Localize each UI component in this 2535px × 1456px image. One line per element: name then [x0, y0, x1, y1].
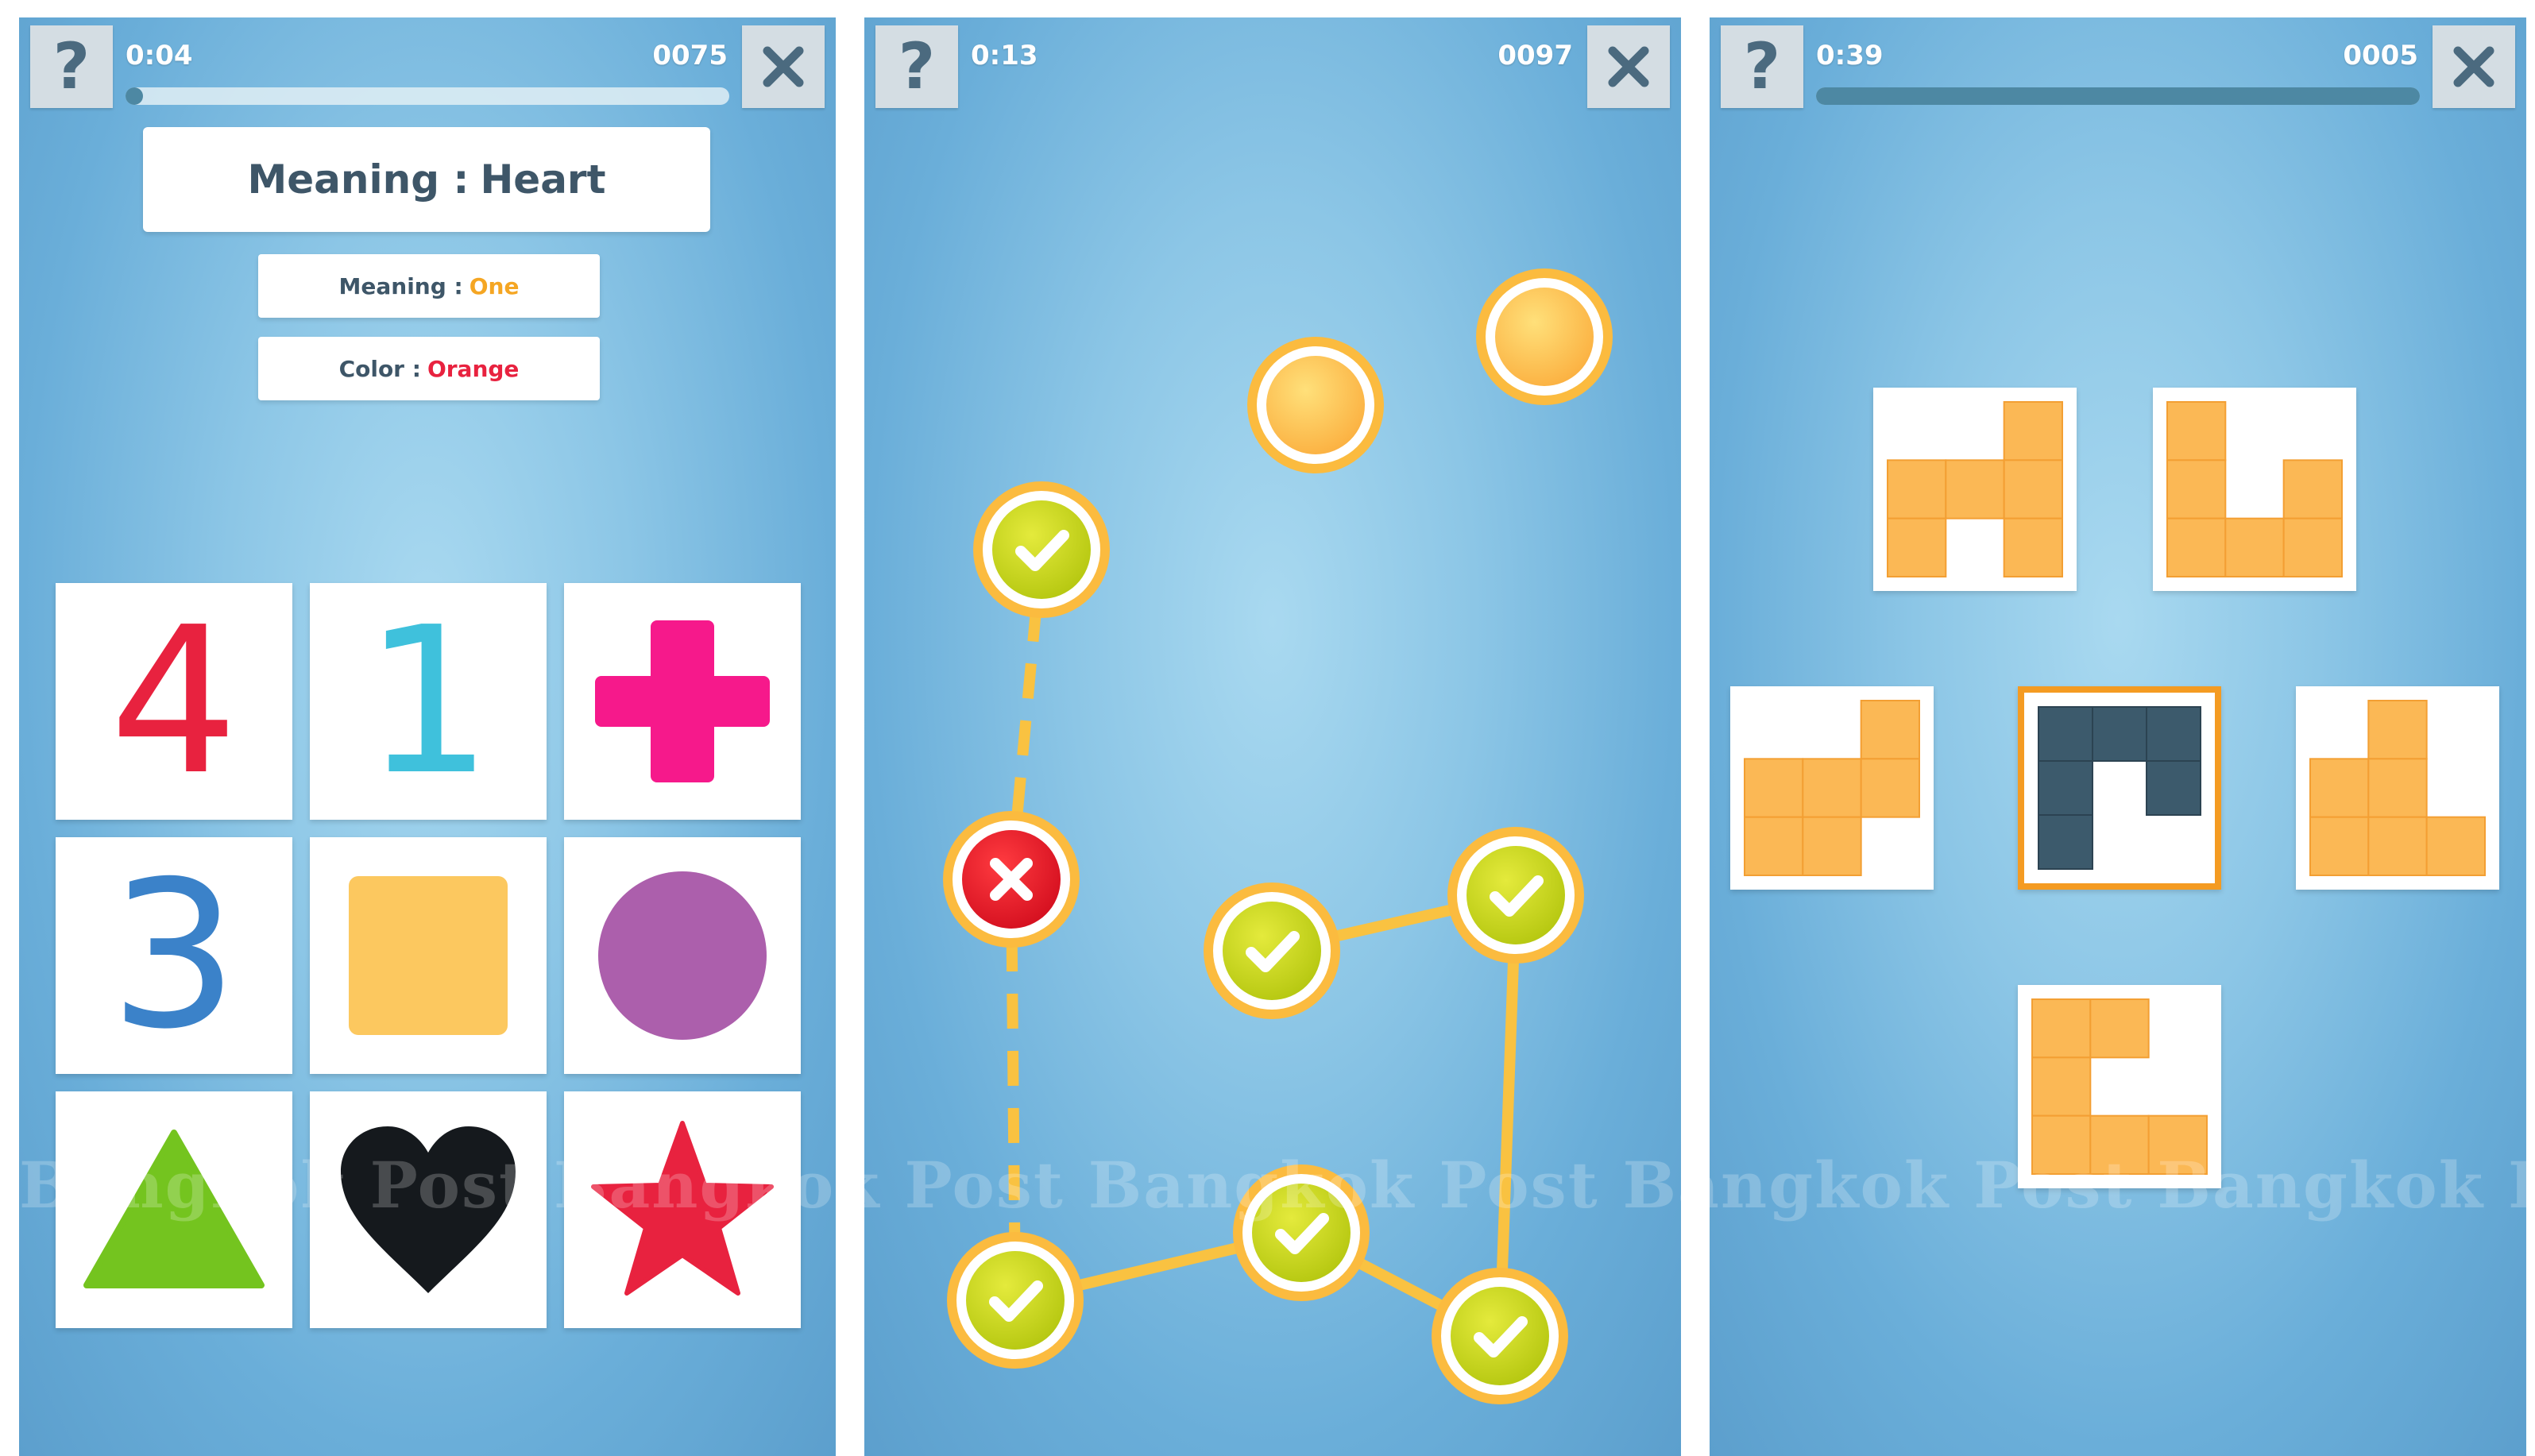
color-clue-card: Color : Orange — [258, 337, 600, 400]
score: 0005 — [2343, 40, 2418, 71]
dot-board — [943, 268, 1613, 1404]
dot-node-correct[interactable] — [973, 481, 1110, 618]
dot-node[interactable] — [1247, 337, 1384, 473]
piece-shape — [1744, 700, 1921, 877]
dot-node-correct[interactable] — [1447, 827, 1584, 964]
star-icon — [587, 1118, 778, 1301]
dot-node[interactable] — [1476, 268, 1613, 405]
progress-bar — [1816, 87, 2420, 105]
close-button[interactable] — [742, 25, 825, 108]
piece-shape — [2038, 706, 2201, 870]
tile-digit: 1 — [363, 583, 493, 820]
dot-node-correct[interactable] — [1233, 1164, 1370, 1301]
bottom-piece[interactable] — [2018, 985, 2221, 1188]
heart-icon — [337, 1122, 520, 1297]
close-icon — [2453, 46, 2494, 87]
close-button[interactable] — [2433, 25, 2515, 108]
timer: 0:39 — [1816, 40, 1884, 71]
top-left-piece[interactable] — [1873, 388, 2077, 591]
main-clue-value: Heart — [480, 156, 606, 203]
meaning-clue-card: Meaning : One — [258, 254, 600, 318]
main-clue-card: Meaning : Heart — [143, 127, 710, 232]
dot-node-correct[interactable] — [1204, 882, 1340, 1019]
dot-nodes — [943, 268, 1613, 1404]
answer-tile[interactable] — [310, 837, 547, 1074]
middle-right-piece[interactable] — [2296, 686, 2499, 890]
square-icon — [345, 872, 512, 1039]
connect-dots-screen: ? 0:13 0097 — [864, 17, 1681, 1456]
answer-tile[interactable] — [310, 1091, 547, 1328]
progress-fill — [1816, 87, 2420, 105]
piece-shape — [1887, 401, 2064, 578]
tile-digit: 4 — [109, 583, 239, 820]
help-button[interactable]: ? — [1721, 25, 1803, 108]
meaning-clue-label: Meaning : — [338, 272, 463, 299]
center-target-piece[interactable] — [2018, 686, 2221, 890]
meaning-clue-value: One — [469, 272, 520, 299]
cross-icon — [595, 614, 770, 789]
answer-tile[interactable]: 1 — [310, 583, 547, 820]
answer-tile[interactable] — [56, 1091, 292, 1328]
answer-tile[interactable]: 4 — [56, 583, 292, 820]
main-clue-label: Meaning : — [247, 156, 470, 203]
piece-shape — [2166, 401, 2344, 578]
tile-digit: 3 — [109, 837, 239, 1074]
answer-tile[interactable]: 3 — [56, 837, 292, 1074]
answer-tile[interactable] — [564, 1091, 801, 1328]
piece-shape — [2031, 998, 2208, 1176]
help-button[interactable]: ? — [30, 25, 113, 108]
top-right-piece[interactable] — [2153, 388, 2356, 591]
answer-tile[interactable] — [564, 837, 801, 1074]
dot-node-correct[interactable] — [1432, 1268, 1568, 1404]
progress-bar — [126, 87, 729, 105]
close-icon — [763, 46, 804, 87]
color-clue-label: Color : — [338, 355, 421, 382]
middle-left-piece[interactable] — [1730, 686, 1934, 890]
meaning-color-screen: ? 0:04 0075 Meaning : Heart Meaning : On… — [19, 17, 836, 1456]
piece-shape — [2309, 700, 2487, 877]
progress-fill — [126, 87, 143, 105]
shape-match-screen: ? 0:39 0005 — [1710, 17, 2526, 1456]
answer-tile[interactable] — [564, 583, 801, 820]
dot-node-correct[interactable] — [947, 1232, 1084, 1369]
circle-icon — [595, 868, 770, 1043]
triangle-icon — [83, 1126, 265, 1293]
score: 0075 — [652, 40, 728, 71]
timer: 0:04 — [126, 40, 193, 71]
color-clue-value: Orange — [427, 355, 520, 382]
dot-node-wrong[interactable] — [943, 811, 1080, 948]
